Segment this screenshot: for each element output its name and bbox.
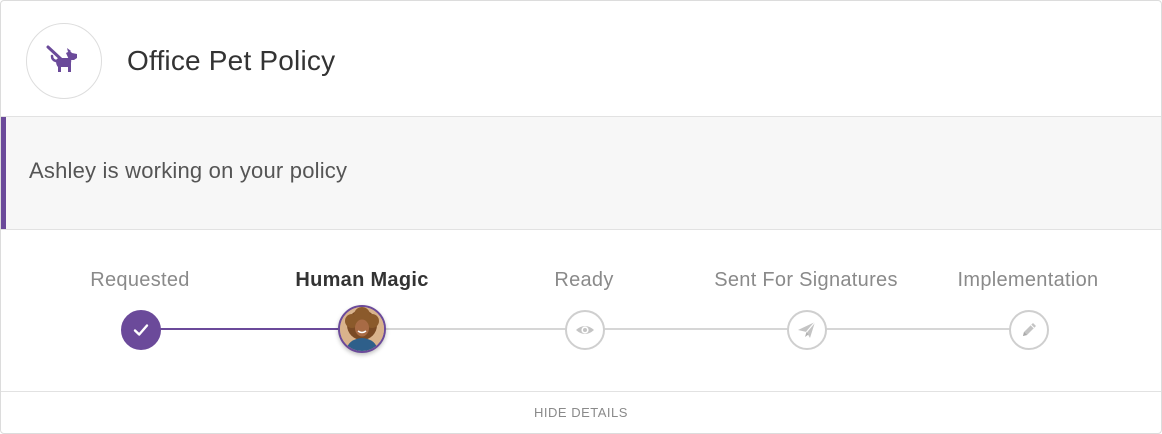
page-title: Office Pet Policy [127,45,336,76]
step-connector [140,328,362,330]
policy-logo [26,23,102,99]
status-message: Ashley is working on your policy [29,158,348,183]
card-footer: HIDE DETAILS [1,391,1161,433]
eye-icon [576,326,594,334]
policy-card: Office Pet Policy Ashley is working on y… [0,0,1162,434]
step-node-ready[interactable] [565,310,605,350]
card-header: Office Pet Policy [1,1,1161,116]
step-label-human-magic: Human Magic [295,269,429,291]
step-connector [584,328,806,330]
step-label-implementation: Implementation [957,269,1099,291]
check-icon [133,324,149,336]
pencil-icon [1023,323,1036,336]
step-connector [362,328,584,330]
step-label-sent-for-signatures: Sent For Signatures [714,269,898,291]
step-node-sent-for-signatures[interactable] [787,310,827,350]
banner-accent-bar [1,117,6,229]
step-node-implementation[interactable] [1009,310,1049,350]
hide-details-link[interactable]: HIDE DETAILS [534,405,628,420]
progress-stepper: Requested Human Magic Ready Sent For Sig… [1,229,1161,391]
paper-plane-icon [798,321,816,338]
step-connector [806,328,1028,330]
status-banner: Ashley is working on your policy [1,116,1161,230]
avatar [340,307,384,351]
dog-on-leash-icon [46,45,77,72]
step-node-requested[interactable] [121,310,161,350]
step-node-human-magic[interactable] [338,305,386,353]
step-label-ready: Ready [554,269,614,291]
step-label-requested: Requested [90,269,190,291]
